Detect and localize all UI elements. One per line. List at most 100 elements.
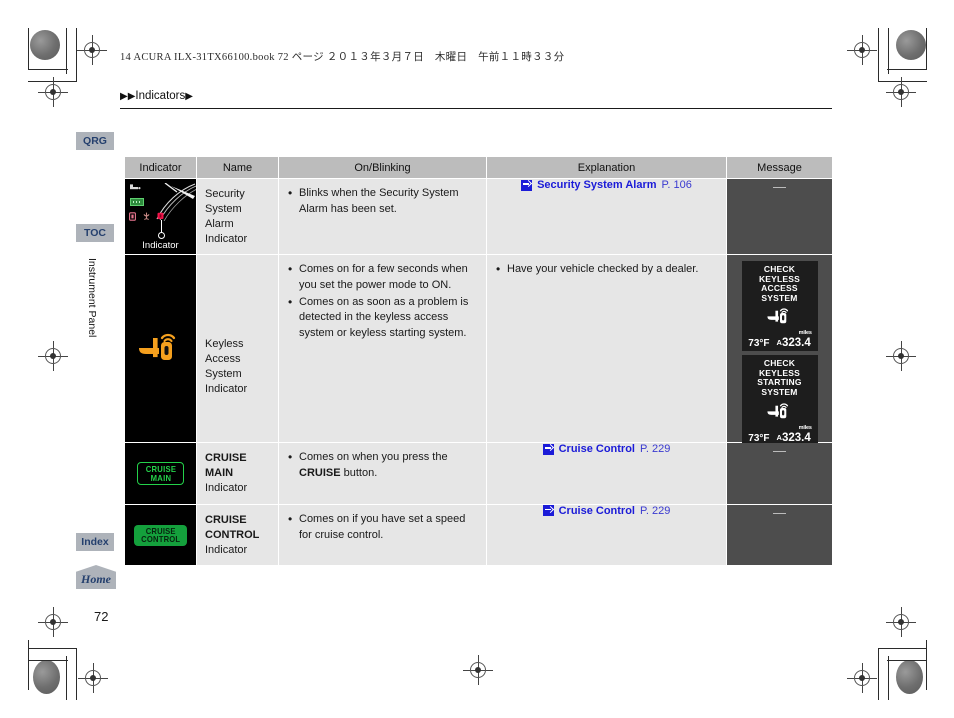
reference-page: P. 229 [640,443,671,456]
cross-reference-link[interactable]: Cruise Control P. 229 [487,505,726,517]
cruise-control-badge: CRUISE CONTROL [125,505,196,566]
indicator-name-line2: Indicator [205,482,248,495]
list-item: Have your vehicle checked by a dealer. [496,261,718,278]
indicator-name-line2: Alarm Indicator [205,217,248,245]
odometer-unit: miles [798,330,812,337]
name-cell: Security System Alarm Indicator [196,177,279,256]
table-row: CRUISE CONTROL CRUISE CONTROL Indicator … [124,503,833,567]
breadcrumb: ▶▶Indicators▶ [120,90,193,102]
crop-line [926,28,927,70]
indicator-name: CRUISE MAIN Indicator [197,443,278,504]
on-blinking-list: Blinks when the Security System Alarm ha… [279,179,486,226]
crop-line [888,656,889,700]
name-cell: CRUISE MAIN Indicator [196,442,279,505]
message-empty-dash: — [773,179,786,194]
indicator-name-line3: Indicator [205,543,248,556]
reference-title: Cruise Control [558,443,635,456]
registration-cross [38,607,68,637]
on-blinking-list: Comes on for a few seconds when you set … [279,255,486,350]
green-display-art [130,198,144,206]
crop-line [878,28,879,82]
breadcrumb-label: Indicators [135,90,186,102]
on-blinking-cell: Comes on when you press the CRUISE butto… [278,442,487,505]
explanation-list: Have your vehicle checked by a dealer. [487,255,726,287]
indicator-name-line2: System Indicator [205,368,248,395]
message-cell: — [726,177,833,256]
explanation-cell: Cruise Control P. 229 [486,503,727,567]
display-panel: CHECK KEYLESS STARTING SYSTEM 73°F A323.… [741,355,818,446]
indicator-name-line1: CRUISE MAIN [205,452,247,480]
indicator-name: Security System Alarm Indicator [197,179,278,254]
col-header-name: Name [196,156,279,179]
table-header-row: Indicator Name On/Blinking Explanation M… [124,156,833,179]
outside-temperature: 73°F [748,338,770,350]
sidebar-tab-toc[interactable]: TOC [76,224,114,242]
registration-cross [847,35,877,65]
table-row: Indicator Security System Alarm Indicato… [124,177,833,256]
crop-line [28,28,29,70]
reference-page: P. 229 [640,504,671,517]
on-blinking-list: Comes on if you have set a speed for cru… [279,505,486,552]
indicators-table: Indicator Name On/Blinking Explanation M… [124,156,833,567]
header-divider [120,108,832,109]
indicator-cell [124,254,197,444]
display-panel: CHECK KEYLESS ACCESS SYSTEM 73°F A323.4 … [741,261,818,352]
panel-message-text: CHECK KEYLESS STARTING SYSTEM [757,359,801,397]
message-empty-dash: — [773,443,786,459]
registration-cross [77,35,107,65]
crop-line [887,69,927,70]
on-blinking-list: Comes on when you press the CRUISE butto… [279,443,486,490]
seatbelt-warning-icon [130,184,141,190]
message-cell: CHECK KEYLESS ACCESS SYSTEM 73°F A323.4 … [726,254,833,446]
panel-status-row: 73°F A323.4 miles [742,330,818,350]
crop-line [76,28,77,82]
cross-reference-link[interactable]: Security System Alarm P. 106 [487,179,726,191]
indicator-name-line2: CONTROL [205,528,260,541]
crop-line [28,660,68,661]
sidebar-tab-home-label: Home [81,572,111,586]
reference-title: Security System Alarm [537,179,657,191]
name-cell: Keyless Access System Indicator [196,254,279,444]
list-item: Comes on for a few seconds when you set … [288,261,478,293]
sidebar-tab-qrg[interactable]: QRG [76,132,114,150]
outside-temperature: 73°F [748,432,770,444]
registration-cross [463,655,493,685]
panel-status-row: 73°F A323.4 miles [742,425,818,444]
message-display-panels: CHECK KEYLESS ACCESS SYSTEM 73°F A323.4 … [741,261,818,446]
registration-blob [896,30,926,60]
odometer-value: 323.4 [781,337,811,350]
indicator-name-line1: CRUISE [205,513,247,526]
panel-line: SYSTEM [761,386,798,397]
col-header-message: Message [726,156,833,179]
breadcrumb-prefix-icon: ▶▶ [120,91,136,102]
indicator-cell: CRUISE CONTROL [124,503,197,567]
book-info-line: 14 ACURA ILX-31TX66100.book 72 ページ ２０１３年… [120,52,565,63]
cross-reference-link[interactable]: Cruise Control P. 229 [487,443,726,455]
odometer-unit: miles [798,424,812,431]
badge-line: CONTROL [140,534,181,545]
registration-blob [33,660,60,694]
keyless-access-system-indicator-icon [125,328,196,370]
sidebar-tab-index[interactable]: Index [76,533,114,551]
odometer-value: 323.4 [781,431,811,444]
indicator-cell: Indicator [124,177,197,256]
list-item: Comes on if you have set a speed for cru… [288,511,478,543]
crop-line [66,656,67,700]
panel-message-text: CHECK KEYLESS ACCESS SYSTEM [759,265,800,303]
door-open-warning-icon [129,212,136,221]
on-blinking-cell: Blinks when the Security System Alarm ha… [278,177,487,256]
sidebar-tab-home[interactable]: Home [76,565,116,589]
col-header-on-blinking: On/Blinking [278,156,487,179]
keyless-access-system-indicator-icon [763,400,797,429]
indicator-name-line1: Keyless Access [205,338,244,366]
washer-fluid-warning-icon [143,212,150,221]
message-cell: — [726,442,833,505]
list-item: Comes on when you press the CRUISE butto… [288,449,478,481]
list-item: Comes on as soon as a problem is detecte… [288,294,478,342]
crop-line [887,660,927,661]
crop-line [66,28,67,74]
crop-line [878,648,879,700]
registration-cross [886,607,916,637]
odometer-reading: A323.4 miles [777,425,812,444]
indicator-caption: Indicator [142,240,179,252]
